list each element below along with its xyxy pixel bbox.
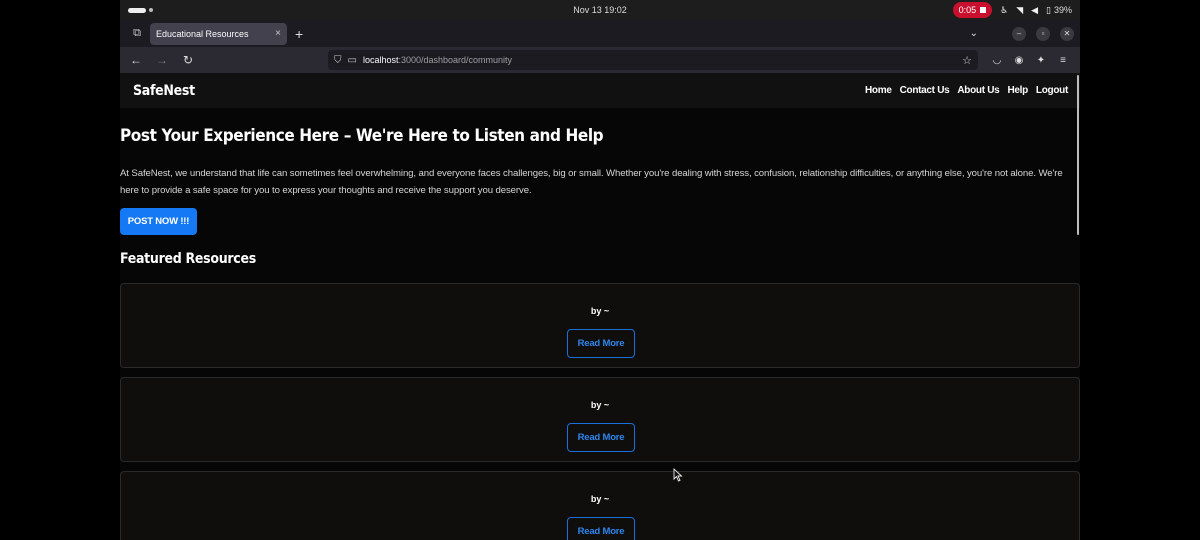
resource-card: by ~ Read More xyxy=(120,283,1080,368)
tab-list-icon[interactable]: ⧉ xyxy=(126,23,148,45)
url-host: localhost xyxy=(362,55,399,65)
url-path: :3000/dashboard/community xyxy=(398,55,513,65)
resource-card: by ~ Read More xyxy=(120,377,1080,462)
bookmark-star-icon[interactable]: ☆ xyxy=(962,54,972,67)
os-top-bar: Nov 13 19:02 0:05 ♿ ◥ ◀ ▯ 39% xyxy=(120,0,1080,20)
accessibility-icon[interactable]: ♿ xyxy=(1000,5,1008,15)
pocket-icon[interactable]: ◡ xyxy=(990,55,1004,66)
page-scrollbar[interactable] xyxy=(1077,75,1079,235)
resource-byline: by ~ xyxy=(590,400,610,410)
site-brand[interactable]: SafeNest xyxy=(133,83,195,99)
resource-byline: by ~ xyxy=(590,494,610,504)
forward-icon[interactable]: → xyxy=(152,50,172,70)
close-tab-icon[interactable]: × xyxy=(275,28,281,39)
battery-icon: ▯ xyxy=(1046,4,1051,15)
mouse-cursor-icon xyxy=(673,468,683,482)
browser-nav-bar: ← → ↻ ⛉ ▭ localhost:3000/dashboard/commu… xyxy=(120,47,1080,73)
read-more-button[interactable]: Read More xyxy=(567,423,635,452)
extensions-icon[interactable]: ✦ xyxy=(1034,55,1048,66)
read-more-button[interactable]: Read More xyxy=(567,517,635,540)
back-icon[interactable]: ← xyxy=(126,50,146,70)
resource-byline: by ~ xyxy=(590,306,610,316)
site-header: SafeNest Home Contact Us About Us Help L… xyxy=(120,73,1080,108)
site-nav: Home Contact Us About Us Help Logout xyxy=(865,85,1068,96)
nav-logout[interactable]: Logout xyxy=(1036,85,1068,96)
menu-icon[interactable]: ≡ xyxy=(1056,55,1070,66)
recording-time: 0:05 xyxy=(958,5,977,15)
read-more-button[interactable]: Read More xyxy=(567,329,635,358)
workspace-pill xyxy=(128,7,146,13)
post-now-button[interactable]: POST NOW !!! xyxy=(120,208,197,235)
nav-contact-us[interactable]: Contact Us xyxy=(900,85,950,96)
screen-recording-indicator[interactable]: 0:05 xyxy=(952,2,993,18)
shield-icon[interactable]: ⛉ xyxy=(334,55,342,66)
activities-indicator[interactable] xyxy=(128,7,153,13)
new-tab-icon[interactable]: + xyxy=(295,26,303,42)
close-window-icon[interactable]: ✕ xyxy=(1060,26,1074,41)
hero-description: At SafeNest, we understand that life can… xyxy=(120,168,1063,196)
minimize-icon[interactable]: – xyxy=(1012,26,1026,41)
url-bar[interactable]: ⛉ ▭ localhost:3000/dashboard/community ☆ xyxy=(328,50,978,70)
resource-card: by ~ Read More xyxy=(120,471,1080,540)
account-icon[interactable]: ◉ xyxy=(1012,55,1026,66)
nav-home[interactable]: Home xyxy=(865,85,892,96)
page-viewport: SafeNest Home Contact Us About Us Help L… xyxy=(120,73,1080,540)
battery-indicator[interactable]: ▯ 39% xyxy=(1046,5,1072,15)
browser-tab-strip: ⧉ Educational Resources × + ⌄ – ▫ ✕ xyxy=(120,20,1080,47)
volume-icon[interactable]: ◀ xyxy=(1031,5,1038,15)
tab-educational-resources[interactable]: Educational Resources × xyxy=(150,22,287,45)
page-icon[interactable]: ▭ xyxy=(348,55,357,66)
chevron-down-icon[interactable]: ⌄ xyxy=(970,28,978,39)
os-clock[interactable]: Nov 13 19:02 xyxy=(120,5,1080,15)
stop-icon xyxy=(980,7,987,13)
nav-about-us[interactable]: About Us xyxy=(957,85,999,96)
wifi-icon[interactable]: ◥ xyxy=(1016,5,1023,15)
reload-icon[interactable]: ↻ xyxy=(178,50,198,70)
battery-percent: 39% xyxy=(1053,5,1072,15)
restore-icon[interactable]: ▫ xyxy=(1036,26,1050,41)
tab-title: Educational Resources xyxy=(156,28,249,39)
featured-resources-title: Featured Resources xyxy=(120,251,256,267)
nav-help[interactable]: Help xyxy=(1007,85,1028,96)
page-title: Post Your Experience Here – We're Here t… xyxy=(120,126,604,146)
workspace-dot xyxy=(149,8,153,12)
